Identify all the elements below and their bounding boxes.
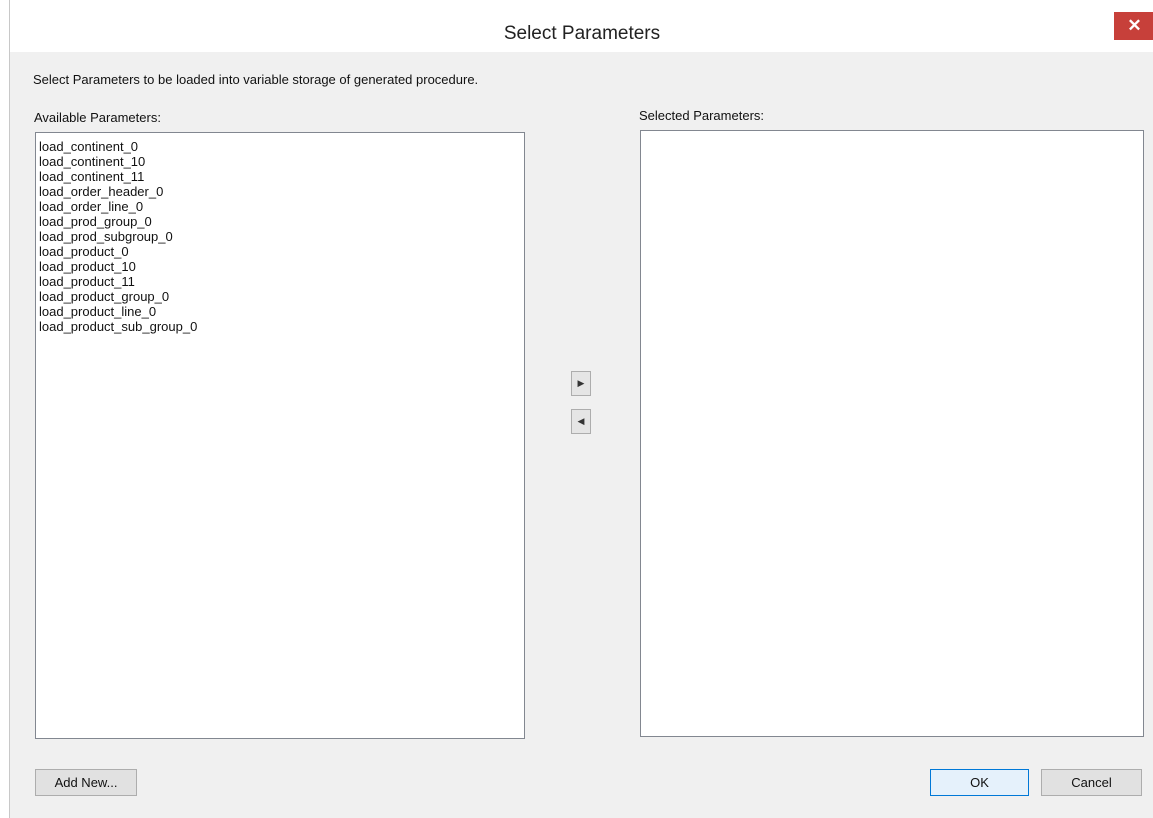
add-parameter-button[interactable]: ▶ — [571, 371, 591, 396]
list-item[interactable]: load_continent_0 — [36, 139, 524, 154]
list-item[interactable]: load_continent_11 — [36, 169, 524, 184]
remove-parameter-button[interactable]: ◀ — [571, 409, 591, 434]
ok-button[interactable]: OK — [930, 769, 1029, 796]
list-item[interactable]: load_product_10 — [36, 259, 524, 274]
cancel-button[interactable]: Cancel — [1041, 769, 1142, 796]
arrow-left-icon: ◀ — [577, 416, 585, 426]
list-item[interactable]: load_prod_group_0 — [36, 214, 524, 229]
list-item[interactable]: load_product_0 — [36, 244, 524, 259]
list-item[interactable]: load_continent_10 — [36, 154, 524, 169]
list-item[interactable]: load_product_group_0 — [36, 289, 524, 304]
selected-parameters-label: Selected Parameters: — [639, 108, 765, 123]
arrow-right-icon: ▶ — [577, 378, 585, 388]
list-item[interactable]: load_product_sub_group_0 — [36, 319, 524, 334]
list-item[interactable]: load_product_line_0 — [36, 304, 524, 319]
dialog-description: Select Parameters to be loaded into vari… — [33, 72, 479, 87]
available-parameters-label: Available Parameters: — [34, 110, 161, 125]
list-item[interactable]: load_order_header_0 — [36, 184, 524, 199]
close-icon: ✕ — [1127, 16, 1142, 35]
dialog-title: Select Parameters — [503, 23, 661, 44]
add-new-button[interactable]: Add New... — [35, 769, 137, 796]
list-item[interactable]: load_product_11 — [36, 274, 524, 289]
select-parameters-dialog: Select Parameters ✕ Select Parameters to… — [9, 0, 1153, 818]
list-item[interactable]: load_order_line_0 — [36, 199, 524, 214]
close-button[interactable]: ✕ — [1114, 12, 1153, 40]
selected-parameters-list[interactable] — [640, 130, 1144, 737]
available-parameters-list[interactable]: load_continent_0 load_continent_10 load_co… — [35, 132, 525, 739]
list-item[interactable]: load_prod_subgroup_0 — [36, 229, 524, 244]
title-bar: Select Parameters ✕ — [10, 0, 1153, 52]
